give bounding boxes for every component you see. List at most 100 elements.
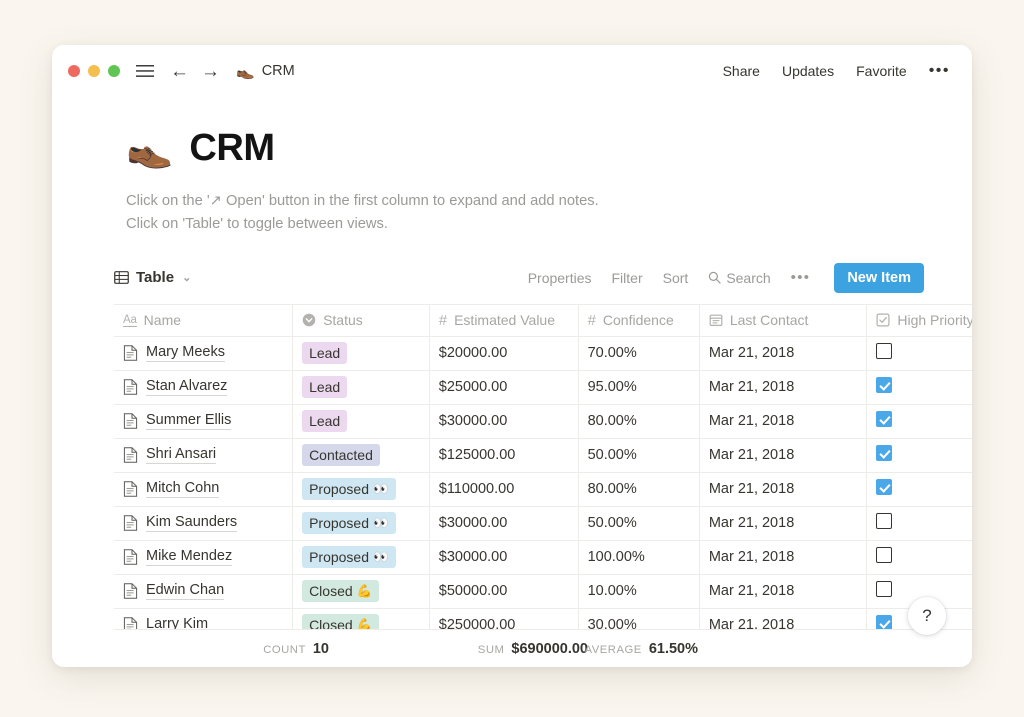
checkbox-unchecked[interactable] bbox=[876, 547, 892, 563]
cell-confidence[interactable]: 70.00% bbox=[578, 336, 699, 370]
cell-estimated-value[interactable]: $50000.00 bbox=[429, 574, 578, 608]
page-title-text[interactable]: CRM bbox=[189, 127, 274, 170]
cell-status[interactable]: Lead bbox=[293, 336, 430, 370]
checkbox-unchecked[interactable] bbox=[876, 581, 892, 597]
checkbox-unchecked[interactable] bbox=[876, 343, 892, 359]
row-name-label: Mitch Cohn bbox=[146, 480, 219, 498]
toolbar-more-icon[interactable]: ••• bbox=[791, 270, 811, 285]
cell-last-contact[interactable]: Mar 21, 2018 bbox=[699, 472, 867, 506]
cell-estimated-value[interactable]: $20000.00 bbox=[429, 336, 578, 370]
column-header-status[interactable]: Status bbox=[293, 304, 430, 336]
cell-confidence[interactable]: 80.00% bbox=[578, 404, 699, 438]
hamburger-menu-icon[interactable] bbox=[136, 64, 154, 78]
checkbox-checked[interactable] bbox=[876, 377, 892, 393]
status-badge: Proposed👀 bbox=[302, 512, 396, 534]
cell-high-priority[interactable] bbox=[867, 506, 972, 540]
cell-estimated-value[interactable]: $30000.00 bbox=[429, 540, 578, 574]
cell-estimated-value[interactable]: $125000.00 bbox=[429, 438, 578, 472]
close-window-button[interactable] bbox=[68, 65, 80, 77]
summary-average[interactable]: Average 61.50% bbox=[597, 641, 707, 657]
cell-high-priority[interactable] bbox=[867, 336, 972, 370]
table-row[interactable]: Kim Saunders Proposed👀 $30000.0050.00%Mar … bbox=[114, 506, 972, 540]
summary-sum[interactable]: Sum $690000.00 bbox=[462, 641, 597, 657]
tab-table-view[interactable]: Table ⌄ bbox=[114, 269, 191, 286]
cell-name[interactable]: Edwin Chan bbox=[114, 574, 293, 608]
cell-status[interactable]: Proposed👀 bbox=[293, 472, 430, 506]
cell-status[interactable]: Proposed👀 bbox=[293, 506, 430, 540]
cell-last-contact[interactable]: Mar 21, 2018 bbox=[699, 336, 867, 370]
cell-confidence[interactable]: 50.00% bbox=[578, 506, 699, 540]
table-row[interactable]: Stan AlvarezLead$25000.0095.00%Mar 21, 2… bbox=[114, 370, 972, 404]
cell-confidence[interactable]: 100.00% bbox=[578, 540, 699, 574]
checkbox-checked[interactable] bbox=[876, 445, 892, 461]
properties-button[interactable]: Properties bbox=[528, 270, 592, 286]
help-button[interactable]: ? bbox=[908, 597, 946, 635]
cell-status[interactable]: Lead bbox=[293, 404, 430, 438]
cell-high-priority[interactable] bbox=[867, 540, 972, 574]
column-header-last-contact[interactable]: Last Contact bbox=[699, 304, 867, 336]
cell-status[interactable]: Closed💪 bbox=[293, 574, 430, 608]
cell-confidence[interactable]: 95.00% bbox=[578, 370, 699, 404]
cell-name[interactable]: Summer Ellis bbox=[114, 404, 293, 438]
cell-estimated-value[interactable]: $30000.00 bbox=[429, 506, 578, 540]
cell-name[interactable]: Kim Saunders bbox=[114, 506, 293, 540]
new-item-button[interactable]: New Item bbox=[834, 263, 924, 293]
cell-confidence[interactable]: 10.00% bbox=[578, 574, 699, 608]
cell-name[interactable]: Mitch Cohn bbox=[114, 472, 293, 506]
cell-last-contact[interactable]: Mar 21, 2018 bbox=[699, 404, 867, 438]
column-header-name[interactable]: Aa Name bbox=[114, 304, 293, 336]
cell-estimated-value[interactable]: $110000.00 bbox=[429, 472, 578, 506]
table-row[interactable]: Edwin ChanClosed💪$50000.0010.00%Mar 21, … bbox=[114, 574, 972, 608]
cell-last-contact[interactable]: Mar 21, 2018 bbox=[699, 574, 867, 608]
more-options-icon[interactable]: ••• bbox=[929, 63, 950, 79]
row-name-label: Mike Mendez bbox=[146, 548, 232, 566]
share-button[interactable]: Share bbox=[723, 63, 760, 79]
table-row[interactable]: Mitch Cohn Proposed👀$110000.0080.00%Mar 2… bbox=[114, 472, 972, 506]
cell-high-priority[interactable] bbox=[867, 472, 972, 506]
checkbox-unchecked[interactable] bbox=[876, 513, 892, 529]
cell-name[interactable]: Stan Alvarez bbox=[114, 370, 293, 404]
cell-status[interactable]: Lead bbox=[293, 370, 430, 404]
favorite-button[interactable]: Favorite bbox=[856, 63, 907, 79]
back-arrow-icon[interactable]: ← bbox=[170, 62, 189, 81]
cell-name[interactable]: Mary Meeks bbox=[114, 336, 293, 370]
search-button[interactable]: Search bbox=[708, 270, 770, 286]
summary-count[interactable]: Count 10 bbox=[114, 641, 338, 657]
forward-arrow-icon[interactable]: → bbox=[201, 62, 220, 81]
cell-confidence[interactable]: 50.00% bbox=[578, 438, 699, 472]
checkbox-checked[interactable] bbox=[876, 411, 892, 427]
cell-last-contact[interactable]: Mar 21, 2018 bbox=[699, 438, 867, 472]
maximize-window-button[interactable] bbox=[108, 65, 120, 77]
checkbox-icon bbox=[876, 313, 890, 327]
cell-name[interactable]: Mike Mendez bbox=[114, 540, 293, 574]
updates-button[interactable]: Updates bbox=[782, 63, 834, 79]
table-row[interactable]: Summer EllisLead$30000.0080.00%Mar 21, 2… bbox=[114, 404, 972, 438]
cell-confidence[interactable]: 80.00% bbox=[578, 472, 699, 506]
cell-status[interactable]: Contacted bbox=[293, 438, 430, 472]
cell-name[interactable]: Shri Ansari bbox=[114, 438, 293, 472]
cell-last-contact[interactable]: Mar 21, 2018 bbox=[699, 506, 867, 540]
status-badge-label: Proposed bbox=[309, 480, 369, 498]
breadcrumb[interactable]: 👞 CRM bbox=[236, 63, 295, 79]
cell-estimated-value[interactable]: $25000.00 bbox=[429, 370, 578, 404]
chevron-down-icon[interactable]: ⌄ bbox=[182, 271, 191, 284]
table-row[interactable]: Shri AnsariContacted$125000.0050.00%Mar … bbox=[114, 438, 972, 472]
cell-last-contact[interactable]: Mar 21, 2018 bbox=[699, 370, 867, 404]
table-scroll-container[interactable]: Aa Name bbox=[52, 304, 972, 649]
cell-high-priority[interactable] bbox=[867, 404, 972, 438]
column-header-confidence[interactable]: # Confidence bbox=[578, 304, 699, 336]
cell-status[interactable]: Proposed👀 bbox=[293, 540, 430, 574]
checkbox-checked[interactable] bbox=[876, 479, 892, 495]
cell-last-contact[interactable]: Mar 21, 2018 bbox=[699, 540, 867, 574]
cell-high-priority[interactable] bbox=[867, 438, 972, 472]
column-header-high-priority[interactable]: High Priority bbox=[867, 304, 972, 336]
column-header-estimated-value[interactable]: # Estimated Value bbox=[429, 304, 578, 336]
cell-estimated-value[interactable]: $30000.00 bbox=[429, 404, 578, 438]
minimize-window-button[interactable] bbox=[88, 65, 100, 77]
sort-button[interactable]: Sort bbox=[663, 270, 689, 286]
table-row[interactable]: Mary MeeksLead$20000.0070.00%Mar 21, 201… bbox=[114, 336, 972, 370]
cell-high-priority[interactable] bbox=[867, 370, 972, 404]
table-row[interactable]: Mike Mendez Proposed👀$30000.00100.00%Mar … bbox=[114, 540, 972, 574]
filter-button[interactable]: Filter bbox=[612, 270, 643, 286]
shoe-icon[interactable]: 👞 bbox=[126, 130, 173, 168]
